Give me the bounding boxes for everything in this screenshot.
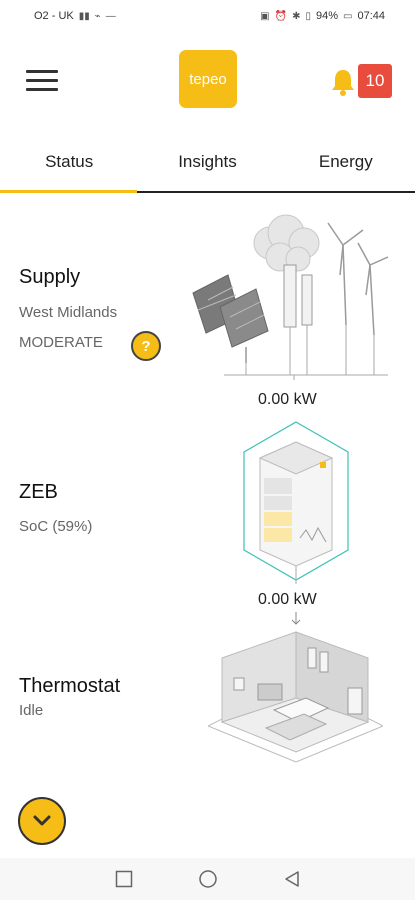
notifications-button[interactable]: 10: [330, 64, 394, 100]
signal-icon: ▮▮: [78, 10, 90, 22]
battery-icon: ▭: [343, 10, 353, 22]
tab-insights[interactable]: Insights: [138, 140, 276, 194]
menu-icon[interactable]: [26, 70, 58, 92]
down-arrow-icon: [291, 612, 301, 625]
alarm-icon: ⏰: [274, 10, 288, 22]
usb-icon: ⌁: [94, 10, 101, 22]
thermostat-title: Thermostat: [19, 675, 121, 697]
supply-illustration: [192, 214, 389, 380]
tab-status[interactable]: Status: [0, 140, 138, 194]
status-bar: O2 - UK ▮▮ ⌁ — ▣ ⏰ ✱ ▯ 94% ▭ 07:44: [0, 0, 415, 32]
battery-percent: 94%: [315, 10, 339, 22]
supply-level: MODERATE: [19, 334, 103, 351]
supply-power: 0.00 kW: [258, 391, 317, 408]
zeb-title: ZEB: [19, 481, 58, 503]
home-button[interactable]: [198, 869, 218, 889]
zeb-illustration: [243, 421, 349, 584]
thermostat-state: Idle: [19, 702, 44, 719]
tab-bar: Status Insights Energy: [0, 140, 415, 194]
nfc-icon: ▣: [260, 10, 270, 22]
square-icon: [115, 870, 132, 888]
notification-badge: 10: [358, 64, 392, 98]
triangle-back-icon: [284, 871, 299, 887]
app-bar: tepeo 10: [0, 44, 415, 122]
supply-title: Supply: [19, 266, 81, 288]
expand-button[interactable]: [18, 797, 66, 845]
supply-region: West Midlands: [19, 304, 118, 321]
clock: 07:44: [357, 10, 385, 22]
circle-icon: [198, 870, 217, 888]
recent-apps-button[interactable]: [114, 869, 134, 889]
bell-icon: [332, 70, 354, 96]
zeb-soc: SoC (59%): [19, 518, 93, 535]
system-nav-bar: [0, 858, 415, 900]
bluetooth-icon: ✱: [292, 10, 301, 22]
vibrate-icon: ▯: [305, 10, 311, 22]
logo: tepeo: [179, 50, 237, 108]
chevron-down-icon: [33, 815, 51, 826]
room-illustration: [208, 631, 383, 763]
tab-energy[interactable]: Energy: [277, 140, 415, 194]
tab-active-indicator: [0, 190, 137, 193]
zeb-power: 0.00 kW: [258, 591, 317, 608]
dash-icon: —: [105, 10, 116, 22]
carrier-label: O2 - UK: [34, 10, 74, 22]
back-button[interactable]: [282, 869, 302, 889]
help-icon[interactable]: ?: [131, 331, 161, 361]
